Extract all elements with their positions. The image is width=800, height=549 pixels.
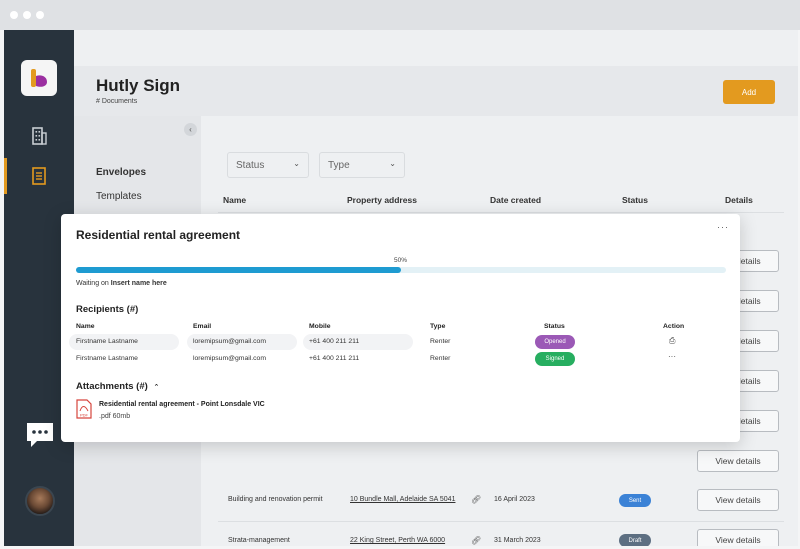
logo-icon bbox=[31, 69, 47, 87]
recipient-type: Renter bbox=[430, 355, 451, 362]
col-header-address: Property address bbox=[347, 195, 417, 205]
recipient-mobile: +61 400 211 211 bbox=[309, 355, 360, 362]
nav-item-templates[interactable]: Templates bbox=[96, 191, 142, 202]
status-filter-label: Status bbox=[236, 159, 265, 171]
recipient-col-action: Action bbox=[663, 323, 685, 330]
progress-label: 50% bbox=[394, 257, 408, 264]
pdf-file-icon[interactable]: PDF bbox=[76, 399, 92, 419]
recipient-email: loremipsum@gmail.com bbox=[193, 355, 266, 362]
browser-title-bar bbox=[0, 0, 800, 30]
recipient-col-status: Status bbox=[544, 323, 565, 330]
header-divider bbox=[218, 212, 784, 213]
chevron-up-icon: ⌃ bbox=[153, 384, 160, 391]
breadcrumb[interactable]: # Documents bbox=[96, 98, 137, 105]
building-icon[interactable] bbox=[29, 126, 49, 146]
avatar[interactable] bbox=[25, 486, 55, 516]
document-icon[interactable] bbox=[29, 166, 49, 186]
recipient-col-mobile: Mobile bbox=[309, 323, 331, 330]
page-title: Hutly Sign bbox=[96, 76, 181, 95]
window-dot-icon bbox=[10, 11, 18, 19]
waiting-status: Waiting on Insert name here bbox=[76, 280, 167, 287]
window-dot-icon bbox=[36, 11, 44, 19]
row-date: 31 March 2023 bbox=[494, 537, 541, 544]
attachment-name[interactable]: Residential rental agreement - Point Lon… bbox=[99, 401, 265, 408]
link-icon[interactable]: 🔗︎ bbox=[471, 495, 481, 504]
recipient-col-name: Name bbox=[76, 323, 95, 330]
col-header-date: Date created bbox=[490, 195, 542, 205]
col-header-name: Name bbox=[223, 195, 247, 205]
pdf-icon-label: PDF bbox=[80, 413, 89, 418]
type-filter[interactable]: Type ⌄ bbox=[319, 152, 405, 178]
attachments-heading[interactable]: Attachments (#) ⌃ bbox=[76, 381, 159, 392]
progress-bar bbox=[76, 267, 726, 273]
more-options-icon[interactable]: ··· bbox=[717, 222, 729, 232]
row-name: Strata-management bbox=[228, 537, 290, 544]
row-name: Building and renovation permit bbox=[228, 496, 323, 503]
nav-item-envelopes[interactable]: Envelopes bbox=[96, 167, 146, 178]
recipient-col-type: Type bbox=[430, 323, 446, 330]
status-badge: Draft bbox=[619, 534, 651, 546]
recipient-col-email: Email bbox=[193, 323, 212, 330]
recipient-email: loremipsum@gmail.com bbox=[193, 338, 266, 345]
row-divider bbox=[218, 521, 784, 522]
recipient-status-badge: Opened bbox=[535, 335, 575, 349]
progress-fill bbox=[76, 267, 401, 273]
col-header-status: Status bbox=[622, 195, 648, 205]
recipient-mobile: +61 400 211 211 bbox=[309, 338, 360, 345]
row-address-link[interactable]: 22 King Street, Perth WA 6000 bbox=[350, 537, 445, 544]
row-address-link[interactable]: 10 Bundle Mall, Adelaide SA 5041 bbox=[350, 496, 455, 503]
window-dot-icon bbox=[23, 11, 31, 19]
attachment-meta: .pdf 60mb bbox=[99, 413, 131, 420]
envelope-detail-card: Residential rental agreement ··· 50% Wai… bbox=[61, 214, 740, 442]
col-header-details: Details bbox=[725, 195, 753, 205]
row-date: 16 April 2023 bbox=[494, 496, 535, 503]
add-button[interactable]: Add bbox=[723, 80, 775, 104]
attachments-heading-label: Attachments (#) bbox=[76, 381, 148, 392]
app-logo[interactable] bbox=[21, 60, 57, 96]
more-options-icon[interactable]: ··· bbox=[668, 352, 676, 361]
link-icon[interactable]: 🔗︎ bbox=[471, 536, 481, 545]
status-filter[interactable]: Status ⌄ bbox=[227, 152, 309, 178]
type-filter-label: Type bbox=[328, 159, 350, 171]
recipients-heading: Recipients (#) bbox=[76, 304, 139, 315]
waiting-prefix: Waiting on bbox=[76, 280, 111, 287]
status-badge: Sent bbox=[619, 494, 651, 507]
recipient-name: Firstname Lastname bbox=[76, 338, 138, 345]
chevron-down-icon: ⌄ bbox=[293, 159, 300, 168]
recipient-name: Firstname Lastname bbox=[76, 355, 138, 362]
chevron-down-icon: ⌄ bbox=[389, 159, 396, 168]
collapse-chevron-icon[interactable]: ‹ bbox=[184, 123, 197, 136]
print-icon[interactable]: ⎙ bbox=[669, 336, 675, 346]
view-details-button[interactable]: View details bbox=[697, 489, 779, 511]
chat-icon[interactable] bbox=[24, 420, 56, 450]
sidebar-active-indicator bbox=[4, 158, 7, 194]
view-details-button[interactable]: View details bbox=[697, 450, 779, 472]
waiting-name: Insert name here bbox=[110, 280, 167, 287]
recipient-status-badge: Signed bbox=[535, 352, 575, 366]
recipient-type: Renter bbox=[430, 338, 451, 345]
card-title: Residential rental agreement bbox=[76, 228, 241, 242]
view-details-button[interactable]: View details bbox=[697, 529, 779, 546]
